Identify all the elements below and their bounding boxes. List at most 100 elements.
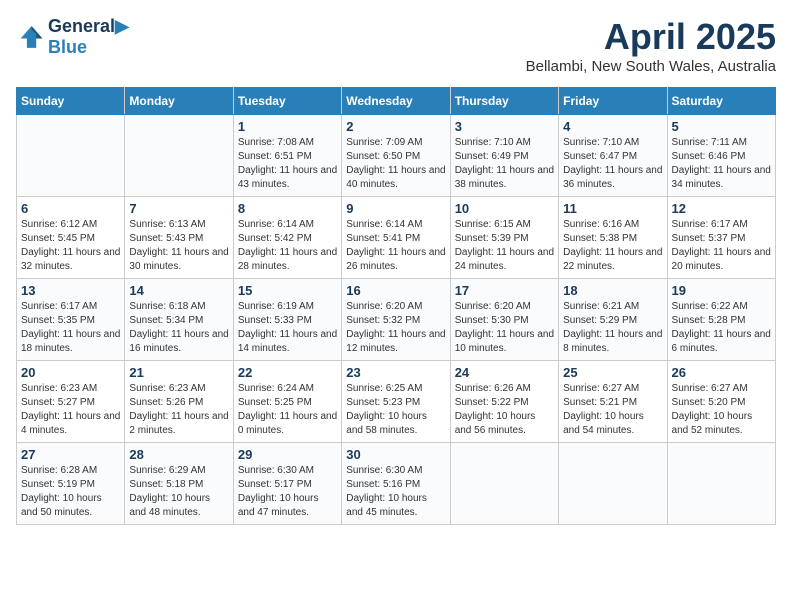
- day-info: Sunrise: 6:19 AMSunset: 5:33 PMDaylight:…: [238, 300, 337, 356]
- calendar-day-cell: 14 Sunrise: 6:18 AMSunset: 5:34 PMDayligh…: [125, 279, 233, 361]
- day-number: 29: [238, 447, 337, 462]
- calendar-day-cell: [17, 115, 125, 197]
- day-number: 14: [129, 283, 228, 298]
- day-number: 17: [455, 283, 554, 298]
- calendar-day-cell: 28 Sunrise: 6:29 AMSunset: 5:18 PMDayligh…: [125, 443, 233, 525]
- day-number: 21: [129, 365, 228, 380]
- weekday-header-row: SundayMondayTuesdayWednesdayThursdayFrid…: [17, 88, 776, 115]
- weekday-header-tuesday: Tuesday: [233, 88, 341, 115]
- day-info: Sunrise: 6:20 AMSunset: 5:32 PMDaylight:…: [346, 300, 445, 356]
- day-number: 3: [455, 119, 554, 134]
- calendar-week-row: 27 Sunrise: 6:28 AMSunset: 5:19 PMDayligh…: [17, 443, 776, 525]
- day-info: Sunrise: 6:26 AMSunset: 5:22 PMDaylight:…: [455, 382, 554, 438]
- day-info: Sunrise: 6:13 AMSunset: 5:43 PMDaylight:…: [129, 218, 228, 274]
- calendar-day-cell: 23Sunrise: 6:25 AMSunset: 5:23 PMDayligh…: [342, 361, 450, 443]
- calendar-day-cell: 29 Sunrise: 6:30 AMSunset: 5:17 PMDayligh…: [233, 443, 341, 525]
- day-info: Sunrise: 6:20 AMSunset: 5:30 PMDaylight:…: [455, 300, 554, 356]
- calendar-day-cell: 8 Sunrise: 6:14 AMSunset: 5:42 PMDaylight…: [233, 197, 341, 279]
- day-number: 6: [21, 201, 120, 216]
- day-number: 18: [563, 283, 662, 298]
- logo: General▶ Blue: [16, 16, 129, 58]
- month-title: April 2025: [526, 16, 776, 58]
- calendar-day-cell: 6 Sunrise: 6:12 AMSunset: 5:45 PMDaylight…: [17, 197, 125, 279]
- calendar-day-cell: 25 Sunrise: 6:27 AMSunset: 5:21 PMDayligh…: [559, 361, 667, 443]
- weekday-header-monday: Monday: [125, 88, 233, 115]
- day-number: 28: [129, 447, 228, 462]
- day-info: Sunrise: 6:23 AMSunset: 5:27 PMDaylight:…: [21, 382, 120, 438]
- day-info: Sunrise: 6:12 AMSunset: 5:45 PMDaylight:…: [21, 218, 120, 274]
- calendar-day-cell: [125, 115, 233, 197]
- day-info: Sunrise: 6:17 AMSunset: 5:35 PMDaylight:…: [21, 300, 120, 356]
- day-info: Sunrise: 6:28 AMSunset: 5:19 PMDaylight:…: [21, 464, 120, 520]
- day-number: 25: [563, 365, 662, 380]
- day-info: Sunrise: 7:10 AMSunset: 6:47 PMDaylight:…: [563, 136, 662, 192]
- day-info: Sunrise: 6:18 AMSunset: 5:34 PMDaylight:…: [129, 300, 228, 356]
- calendar-day-cell: 10 Sunrise: 6:15 AMSunset: 5:39 PMDayligh…: [450, 197, 558, 279]
- logo-text: General▶ Blue: [48, 16, 129, 58]
- calendar-day-cell: 20Sunrise: 6:23 AMSunset: 5:27 PMDayligh…: [17, 361, 125, 443]
- calendar-day-cell: 15Sunrise: 6:19 AMSunset: 5:33 PMDayligh…: [233, 279, 341, 361]
- day-info: Sunrise: 6:14 AMSunset: 5:42 PMDaylight:…: [238, 218, 337, 274]
- day-info: Sunrise: 7:08 AMSunset: 6:51 PMDaylight:…: [238, 136, 337, 192]
- weekday-header-friday: Friday: [559, 88, 667, 115]
- calendar-day-cell: 26 Sunrise: 6:27 AMSunset: 5:20 PMDayligh…: [667, 361, 775, 443]
- day-info: Sunrise: 7:09 AMSunset: 6:50 PMDaylight:…: [346, 136, 445, 192]
- day-info: Sunrise: 7:10 AMSunset: 6:49 PMDaylight:…: [455, 136, 554, 192]
- calendar-day-cell: 13Sunrise: 6:17 AMSunset: 5:35 PMDayligh…: [17, 279, 125, 361]
- weekday-header-saturday: Saturday: [667, 88, 775, 115]
- day-number: 24: [455, 365, 554, 380]
- day-info: Sunrise: 6:15 AMSunset: 5:39 PMDaylight:…: [455, 218, 554, 274]
- day-number: 8: [238, 201, 337, 216]
- day-info: Sunrise: 7:11 AMSunset: 6:46 PMDaylight:…: [672, 136, 771, 192]
- day-number: 4: [563, 119, 662, 134]
- weekday-header-thursday: Thursday: [450, 88, 558, 115]
- day-info: Sunrise: 6:14 AMSunset: 5:41 PMDaylight:…: [346, 218, 445, 274]
- day-info: Sunrise: 6:16 AMSunset: 5:38 PMDaylight:…: [563, 218, 662, 274]
- calendar-day-cell: 27 Sunrise: 6:28 AMSunset: 5:19 PMDayligh…: [17, 443, 125, 525]
- calendar-day-cell: 17 Sunrise: 6:20 AMSunset: 5:30 PMDayligh…: [450, 279, 558, 361]
- calendar-day-cell: 3 Sunrise: 7:10 AMSunset: 6:49 PMDaylight…: [450, 115, 558, 197]
- day-info: Sunrise: 6:23 AMSunset: 5:26 PMDaylight:…: [129, 382, 228, 438]
- calendar-day-cell: 18Sunrise: 6:21 AMSunset: 5:29 PMDayligh…: [559, 279, 667, 361]
- day-number: 1: [238, 119, 337, 134]
- day-info: Sunrise: 6:27 AMSunset: 5:20 PMDaylight:…: [672, 382, 771, 438]
- day-number: 11: [563, 201, 662, 216]
- day-number: 10: [455, 201, 554, 216]
- day-number: 5: [672, 119, 771, 134]
- day-info: Sunrise: 6:24 AMSunset: 5:25 PMDaylight:…: [238, 382, 337, 438]
- weekday-header-sunday: Sunday: [17, 88, 125, 115]
- calendar-day-cell: 21 Sunrise: 6:23 AMSunset: 5:26 PMDayligh…: [125, 361, 233, 443]
- calendar-day-cell: 12 Sunrise: 6:17 AMSunset: 5:37 PMDayligh…: [667, 197, 775, 279]
- calendar-day-cell: [450, 443, 558, 525]
- day-info: Sunrise: 6:22 AMSunset: 5:28 PMDaylight:…: [672, 300, 771, 356]
- location-subtitle: Bellambi, New South Wales, Australia: [526, 58, 776, 75]
- calendar-week-row: 20Sunrise: 6:23 AMSunset: 5:27 PMDayligh…: [17, 361, 776, 443]
- day-number: 7: [129, 201, 228, 216]
- day-info: Sunrise: 6:30 AMSunset: 5:16 PMDaylight:…: [346, 464, 445, 520]
- day-info: Sunrise: 6:27 AMSunset: 5:21 PMDaylight:…: [563, 382, 662, 438]
- day-number: 22: [238, 365, 337, 380]
- calendar-day-cell: 5 Sunrise: 7:11 AMSunset: 6:46 PMDaylight…: [667, 115, 775, 197]
- day-number: 26: [672, 365, 771, 380]
- calendar-day-cell: 1 Sunrise: 7:08 AMSunset: 6:51 PMDaylight…: [233, 115, 341, 197]
- calendar-day-cell: 22 Sunrise: 6:24 AMSunset: 5:25 PMDayligh…: [233, 361, 341, 443]
- calendar-day-cell: 30 Sunrise: 6:30 AMSunset: 5:16 PMDayligh…: [342, 443, 450, 525]
- title-area: April 2025 Bellambi, New South Wales, Au…: [526, 16, 776, 75]
- calendar-table: SundayMondayTuesdayWednesdayThursdayFrid…: [16, 87, 776, 525]
- calendar-day-cell: 7 Sunrise: 6:13 AMSunset: 5:43 PMDaylight…: [125, 197, 233, 279]
- day-number: 27: [21, 447, 120, 462]
- calendar-day-cell: 24 Sunrise: 6:26 AMSunset: 5:22 PMDayligh…: [450, 361, 558, 443]
- logo-icon: [16, 23, 44, 51]
- calendar-day-cell: 11 Sunrise: 6:16 AMSunset: 5:38 PMDayligh…: [559, 197, 667, 279]
- calendar-day-cell: 2Sunrise: 7:09 AMSunset: 6:50 PMDaylight…: [342, 115, 450, 197]
- day-info: Sunrise: 6:17 AMSunset: 5:37 PMDaylight:…: [672, 218, 771, 274]
- day-number: 30: [346, 447, 445, 462]
- day-info: Sunrise: 6:30 AMSunset: 5:17 PMDaylight:…: [238, 464, 337, 520]
- day-info: Sunrise: 6:29 AMSunset: 5:18 PMDaylight:…: [129, 464, 228, 520]
- calendar-week-row: 6 Sunrise: 6:12 AMSunset: 5:45 PMDaylight…: [17, 197, 776, 279]
- day-number: 12: [672, 201, 771, 216]
- calendar-day-cell: [559, 443, 667, 525]
- day-number: 23: [346, 365, 445, 380]
- calendar-day-cell: 19Sunrise: 6:22 AMSunset: 5:28 PMDayligh…: [667, 279, 775, 361]
- day-number: 9: [346, 201, 445, 216]
